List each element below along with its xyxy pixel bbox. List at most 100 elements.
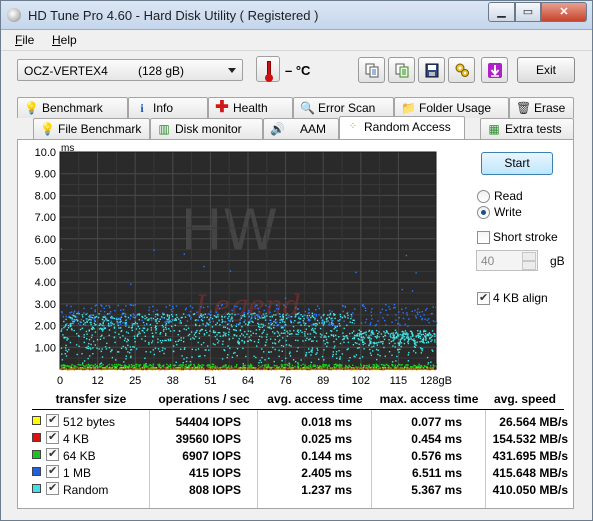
tab-disk-monitor[interactable]: ▥ Disk monitor <box>150 118 263 139</box>
data-point-64-kb <box>325 364 327 366</box>
data-point-1-mb <box>309 319 311 321</box>
data-point-random <box>349 357 351 359</box>
tab-file-benchmark[interactable]: 💡 File Benchmark <box>33 118 150 139</box>
data-point-64-kb <box>212 363 215 366</box>
tab-random-access[interactable]: ⁘ Random Access <box>339 116 465 139</box>
menu-file[interactable]: File <box>15 33 34 47</box>
data-point-random <box>97 316 100 319</box>
series-checkbox[interactable] <box>46 413 59 427</box>
data-point-1-mb <box>217 305 219 307</box>
series-checkbox[interactable] <box>46 447 59 461</box>
data-point-64-kb <box>265 364 267 366</box>
data-point-64-kb <box>132 364 134 367</box>
options-button[interactable] <box>448 57 475 83</box>
write-radio[interactable]: Write <box>477 205 567 221</box>
close-button[interactable]: ✕ <box>541 2 587 22</box>
short-stroke-stepper[interactable]: 40 <box>476 250 538 271</box>
data-point-random <box>231 320 234 322</box>
copy-button[interactable] <box>358 57 385 83</box>
data-point-random <box>301 315 304 318</box>
temperature-button[interactable] <box>256 56 280 82</box>
data-point-random <box>229 313 231 316</box>
series-checkbox[interactable] <box>46 464 59 478</box>
data-point-64-kb <box>263 364 266 366</box>
data-point-random <box>198 337 201 339</box>
data-point-1-mb <box>353 322 356 325</box>
data-point-random <box>231 356 234 358</box>
menu-help[interactable]: Help <box>52 33 77 47</box>
start-button[interactable]: Start <box>481 152 553 175</box>
data-point-random <box>165 328 168 330</box>
data-point-random <box>64 353 66 355</box>
tab-extra-tests[interactable]: ▦ Extra tests <box>480 118 574 139</box>
data-point-1-mb <box>276 321 278 324</box>
data-point-random <box>284 332 286 334</box>
series-checkbox[interactable] <box>46 430 59 444</box>
data-point-random <box>221 318 223 321</box>
tab-benchmark[interactable]: 💡 Benchmark <box>17 97 128 118</box>
data-point-64-kb <box>146 365 148 367</box>
data-point-random <box>401 330 403 333</box>
data-point-random <box>364 332 366 334</box>
save-button[interactable] <box>418 57 445 83</box>
maximize-button[interactable]: ▭ <box>515 2 541 22</box>
data-point-random <box>394 346 396 348</box>
data-point-random <box>280 327 283 329</box>
title-bar[interactable]: HD Tune Pro 4.60 - Hard Disk Utility ( R… <box>1 1 592 30</box>
data-point-1-mb <box>60 248 63 250</box>
download-button[interactable] <box>481 57 508 83</box>
data-point-random <box>128 326 130 328</box>
minimize-button[interactable]: ▁ <box>488 2 515 22</box>
stepper-up-icon[interactable] <box>522 252 536 261</box>
data-point-random <box>393 334 395 336</box>
data-point-64-kb <box>394 364 396 366</box>
data-point-1-mb <box>79 321 81 323</box>
data-point-random <box>180 316 182 319</box>
tab-info[interactable]: i Info <box>128 97 208 118</box>
read-radio[interactable]: Read <box>477 189 567 205</box>
data-point-random <box>159 318 161 320</box>
data-point-random <box>182 337 185 339</box>
data-point-random <box>331 355 334 358</box>
data-point-random <box>416 341 418 343</box>
app-window: HD Tune Pro 4.60 - Hard Disk Utility ( R… <box>0 0 593 521</box>
tab-erase[interactable]: 🗑 Erase <box>509 97 574 118</box>
drive-select[interactable]: OCZ-VERTEX4 (128 gB) <box>17 59 243 81</box>
data-point-random <box>376 335 378 337</box>
stepper-down-icon[interactable] <box>522 261 536 270</box>
copy-info-button[interactable] <box>388 57 415 83</box>
data-point-random <box>292 325 295 328</box>
data-point-random <box>279 334 281 336</box>
data-point-1-mb <box>265 304 267 307</box>
table-row: 1 MB415 IOPS2.405 ms6.511 ms415.648 MB/s <box>32 464 568 481</box>
data-point-64-kb <box>135 364 137 366</box>
tab-health[interactable]: ✚ Health <box>208 97 293 118</box>
data-point-random <box>309 338 311 340</box>
data-point-random <box>377 353 379 356</box>
data-point-1-mb <box>202 306 205 309</box>
transfer-size: Random <box>63 483 109 497</box>
data-point-random <box>66 329 68 331</box>
data-point-random <box>294 320 296 322</box>
data-point-1-mb <box>165 306 167 308</box>
tab-folder-usage[interactable]: 📁 Folder Usage <box>394 97 509 118</box>
data-point-random <box>221 321 223 324</box>
exit-button[interactable]: Exit <box>517 57 575 83</box>
data-point-64-kb <box>235 365 238 367</box>
data-point-random <box>172 345 175 347</box>
data-point-64-kb <box>267 366 269 368</box>
data-point-1-mb <box>426 319 428 321</box>
tab-error-scan[interactable]: 🔍 Error Scan <box>293 97 394 118</box>
tab-aam[interactable]: 🔊 AAM <box>263 118 339 139</box>
align-4kb-checkbox[interactable] <box>477 291 490 305</box>
data-point-random <box>91 334 93 336</box>
short-stroke-checkbox[interactable] <box>477 231 490 244</box>
data-point-1-mb <box>209 314 211 316</box>
data-point-random <box>370 334 372 336</box>
data-point-random <box>124 346 127 349</box>
data-point-random <box>198 332 201 335</box>
series-checkbox[interactable] <box>46 481 59 495</box>
data-point-1-mb <box>283 304 285 306</box>
data-point-1-mb <box>171 305 174 308</box>
data-point-1-mb <box>172 307 174 310</box>
